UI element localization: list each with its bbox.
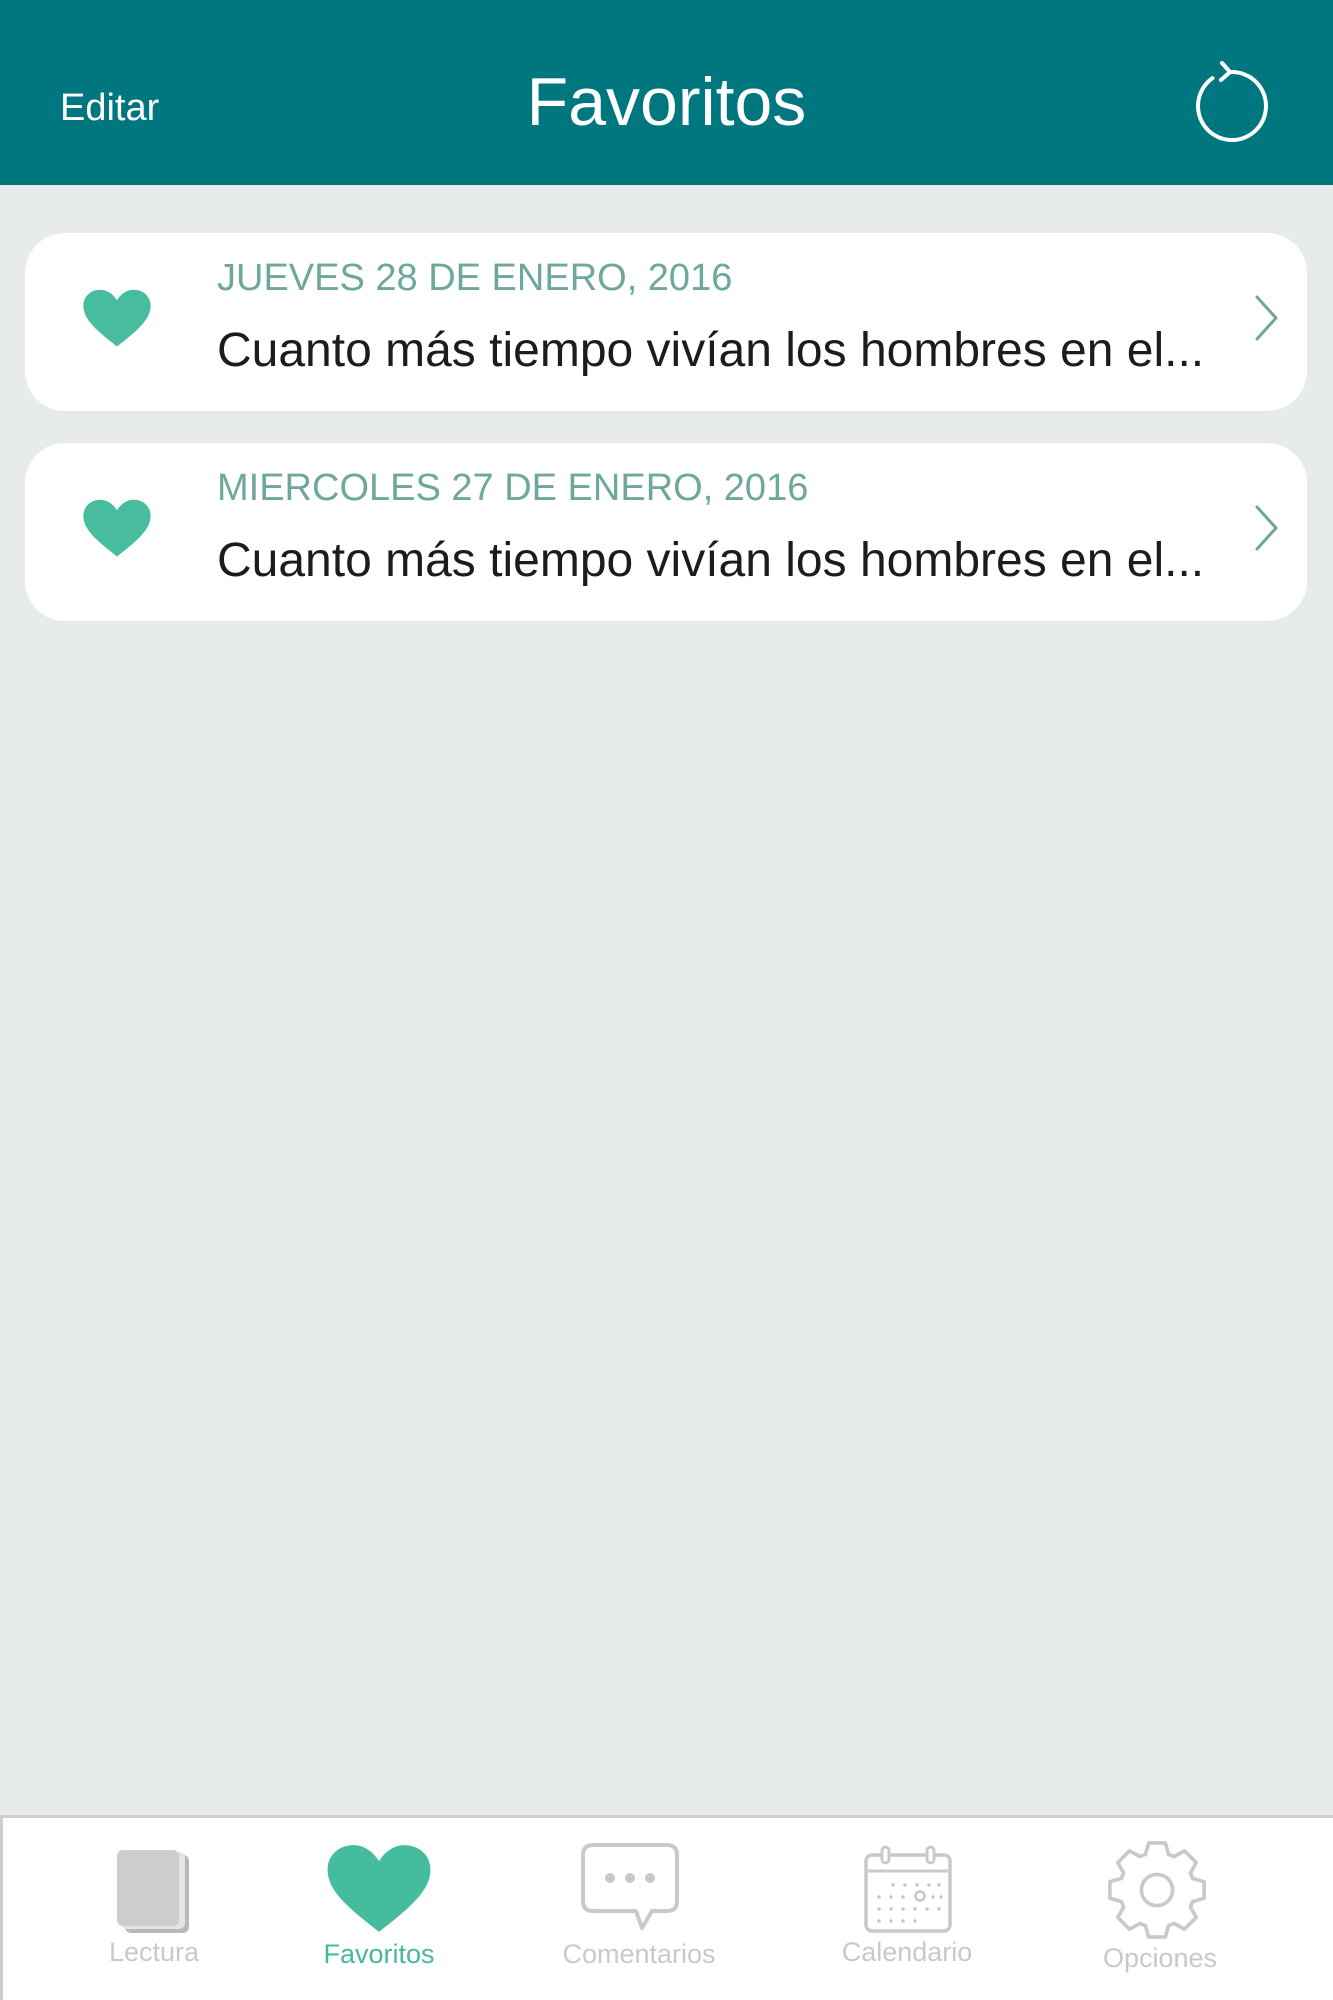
favorite-item[interactable]: JUEVES 28 DE ENERO, 2016 Cuanto más tiem… [25, 233, 1307, 411]
heart-icon [83, 499, 151, 557]
tab-calendario[interactable]: Calendario [797, 1818, 1017, 2000]
favorite-excerpt: Cuanto más tiempo vivían los hombres en … [217, 534, 1205, 587]
favorite-date: MIERCOLES 27 DE ENERO, 2016 [217, 467, 809, 509]
tab-lectura[interactable]: Lectura [44, 1818, 264, 2000]
heart-icon [83, 289, 151, 347]
tab-label: Comentarios [562, 1939, 716, 1969]
tab-favoritos[interactable]: Favoritos [269, 1818, 489, 2000]
page-title: Favoritos [526, 64, 807, 140]
book-icon [117, 1850, 189, 1933]
tab-opciones[interactable]: Opciones [1050, 1818, 1270, 2000]
refresh-icon [1196, 61, 1268, 142]
favorite-item[interactable]: MIERCOLES 27 DE ENERO, 2016 Cuanto más t… [25, 443, 1307, 621]
tab-label: Opciones [1102, 1943, 1218, 1973]
favorite-excerpt: Cuanto más tiempo vivían los hombres en … [217, 324, 1205, 377]
favorite-date: JUEVES 28 DE ENERO, 2016 [217, 257, 733, 299]
chevron-right-icon [1255, 295, 1278, 341]
calendar-icon [864, 1845, 952, 1933]
chevron-right-icon [1255, 505, 1278, 551]
tab-label: Lectura [108, 1937, 200, 1967]
tab-label: Favoritos [323, 1939, 435, 1969]
navigation-bar: Editar Favoritos [0, 0, 1333, 185]
tab-comentarios[interactable]: Comentarios [529, 1818, 749, 2000]
refresh-button[interactable] [1187, 57, 1277, 147]
chat-bubble-icon [581, 1843, 679, 1930]
tab-label: Calendario [841, 1937, 973, 1967]
gear-icon [1108, 1841, 1206, 1939]
heart-icon [327, 1845, 431, 1932]
